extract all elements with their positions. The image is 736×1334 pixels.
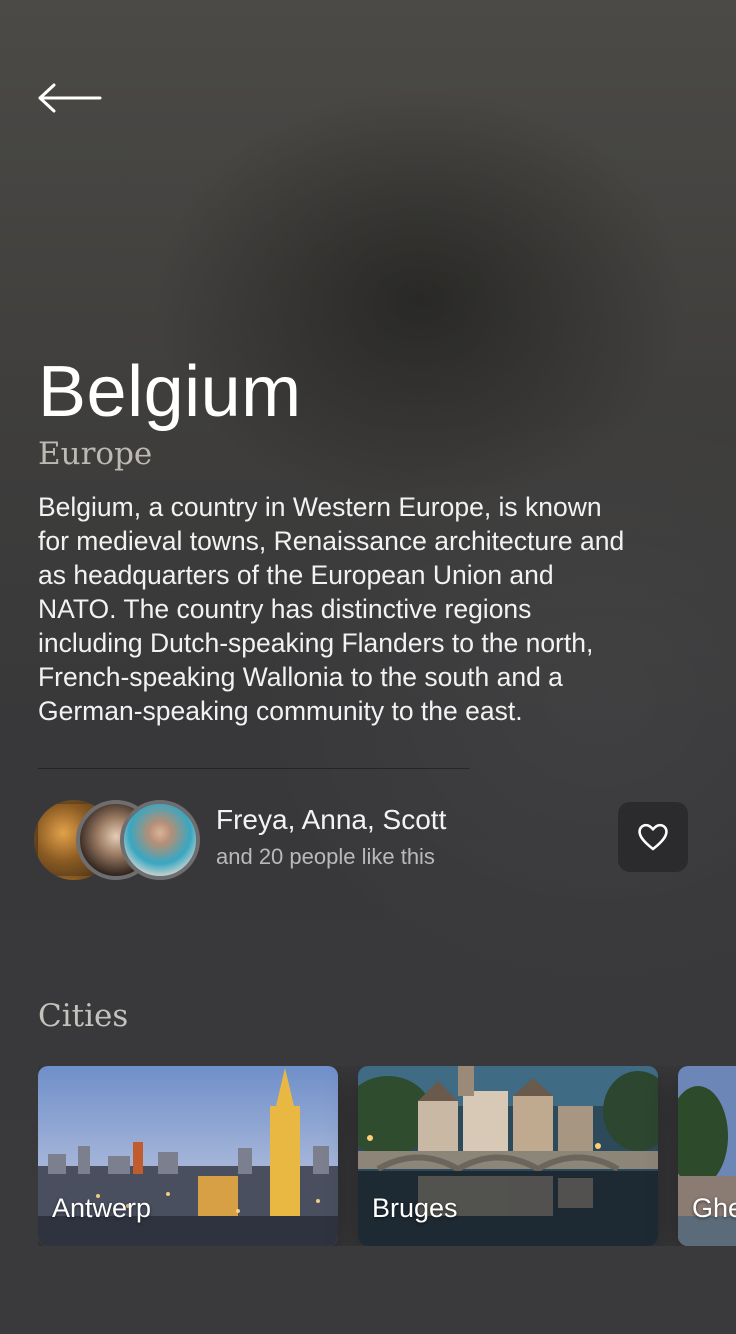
divider — [38, 768, 470, 769]
city-card-ghent[interactable]: Ghe — [678, 1066, 736, 1246]
liked-by-names: Freya, Anna, Scott — [216, 804, 447, 835]
avatar — [120, 800, 200, 880]
city-card-bruges[interactable]: Bruges — [358, 1066, 658, 1246]
page-title: Belgium — [38, 352, 302, 432]
likes-summary: and 20 people like this — [216, 844, 435, 869]
cities-section-title: Cities — [38, 998, 129, 1034]
region-subtitle: Europe — [38, 436, 153, 472]
city-name: Bruges — [372, 1193, 458, 1223]
city-card-antwerp[interactable]: Antwerp — [38, 1066, 338, 1246]
back-button[interactable] — [36, 80, 106, 116]
cities-carousel[interactable]: Antwerp Bruges Ghe — [38, 1066, 736, 1246]
city-name: Ghe — [692, 1193, 736, 1223]
heart-icon — [638, 823, 668, 851]
favorite-button[interactable] — [618, 802, 688, 872]
liked-by-avatars[interactable] — [34, 800, 208, 880]
country-description: Belgium, a country in Western Europe, is… — [38, 492, 625, 726]
city-name: Antwerp — [52, 1193, 152, 1223]
arrow-left-icon — [38, 83, 102, 113]
